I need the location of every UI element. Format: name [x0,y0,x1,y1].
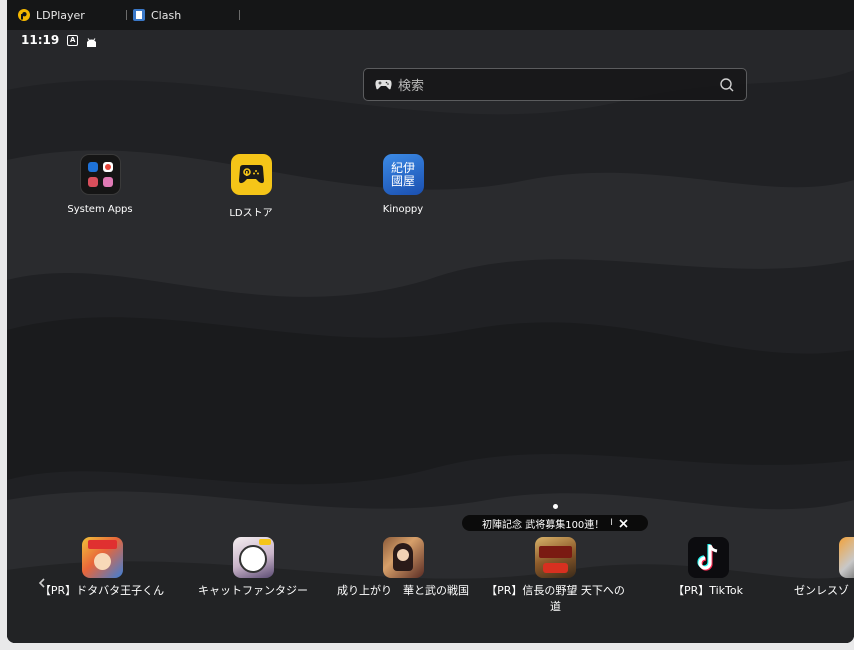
app-kinoppy[interactable]: 紀伊國屋 Kinoppy [343,154,463,215]
dock-item-nobunaga[interactable]: 【PR】信長の野望 天下への 道 [484,537,627,615]
android-icon [86,36,97,47]
page-indicator-dot [553,504,558,509]
kinoppy-icon: 紀伊國屋 [382,154,424,195]
status-time: 11:19 [21,33,60,47]
app-label: System Apps [67,204,133,215]
dock-item-nariagari[interactable]: 成り上がり 華と武の戦国 [329,537,477,599]
status-bar: 11:19 A [21,32,97,48]
close-icon[interactable] [619,518,628,528]
app-label: LDストア [229,208,273,219]
banner-text: 初陣記念 武将募集100連！ [482,519,605,531]
android-home-screen: 11:19 A 検索 System Apps LDストア 紀伊國屋 Kinopp… [7,30,854,643]
dock-item-tiktok[interactable]: 【PR】TikTok [658,537,758,599]
game-icon [382,537,424,578]
tab-ldplayer[interactable]: LDPlayer [18,0,85,30]
tab-divider [239,10,240,20]
game-icon [839,537,854,578]
banner-separator: I [610,518,613,528]
dock-item-zenless[interactable]: ゼンレスゾ [794,537,854,599]
dock-item-label: 【PR】信長の野望 天下への [486,584,625,597]
dock-item-label: ゼンレスゾ [794,584,849,597]
tiktok-icon [687,537,729,578]
game-icon [232,537,274,578]
game-icon [535,537,576,578]
ldplayer-logo-icon [18,9,30,21]
dock-item-label: 【PR】TikTok [672,584,744,597]
folder-icon [79,154,121,195]
search-icon[interactable] [720,77,734,92]
app-system-apps[interactable]: System Apps [40,154,160,215]
dock-item-label-line2: 道 [550,600,561,613]
clash-app-icon [133,9,145,21]
dock-item-label: 成り上がり 華と武の戦国 [337,584,469,597]
tab-bar: LDPlayer Clash [7,0,854,30]
dock-item-cat-fantasy[interactable]: キャットファンタジー [188,537,318,599]
app-label: Kinoppy [382,204,424,215]
search-bar[interactable]: 検索 [363,68,747,101]
ld-store-icon [230,154,272,195]
promo-banner[interactable]: 初陣記念 武将募集100連！ I [462,515,648,531]
search-placeholder: 検索 [398,79,425,94]
tab-label: LDPlayer [36,8,85,22]
dock-item-label: キャットファンタジー [198,584,308,597]
emulator-window: LDPlayer Clash 11:19 A 検索 System Apps LD… [7,0,854,643]
app-ld-store[interactable]: LDストア [191,154,311,219]
gamepad-icon [375,79,392,90]
a-badge-icon: A [67,34,79,46]
tab-clash[interactable]: Clash [133,0,181,30]
tab-label: Clash [151,8,182,22]
game-icon [81,537,123,578]
dock-item-dotabata[interactable]: 【PR】ドタバタ王子くん [32,537,172,599]
kinoppy-icon-text: 紀伊國屋 [390,160,415,188]
dock-item-label: 【PR】ドタバタ王子くん [39,584,165,597]
tab-divider [126,10,127,20]
